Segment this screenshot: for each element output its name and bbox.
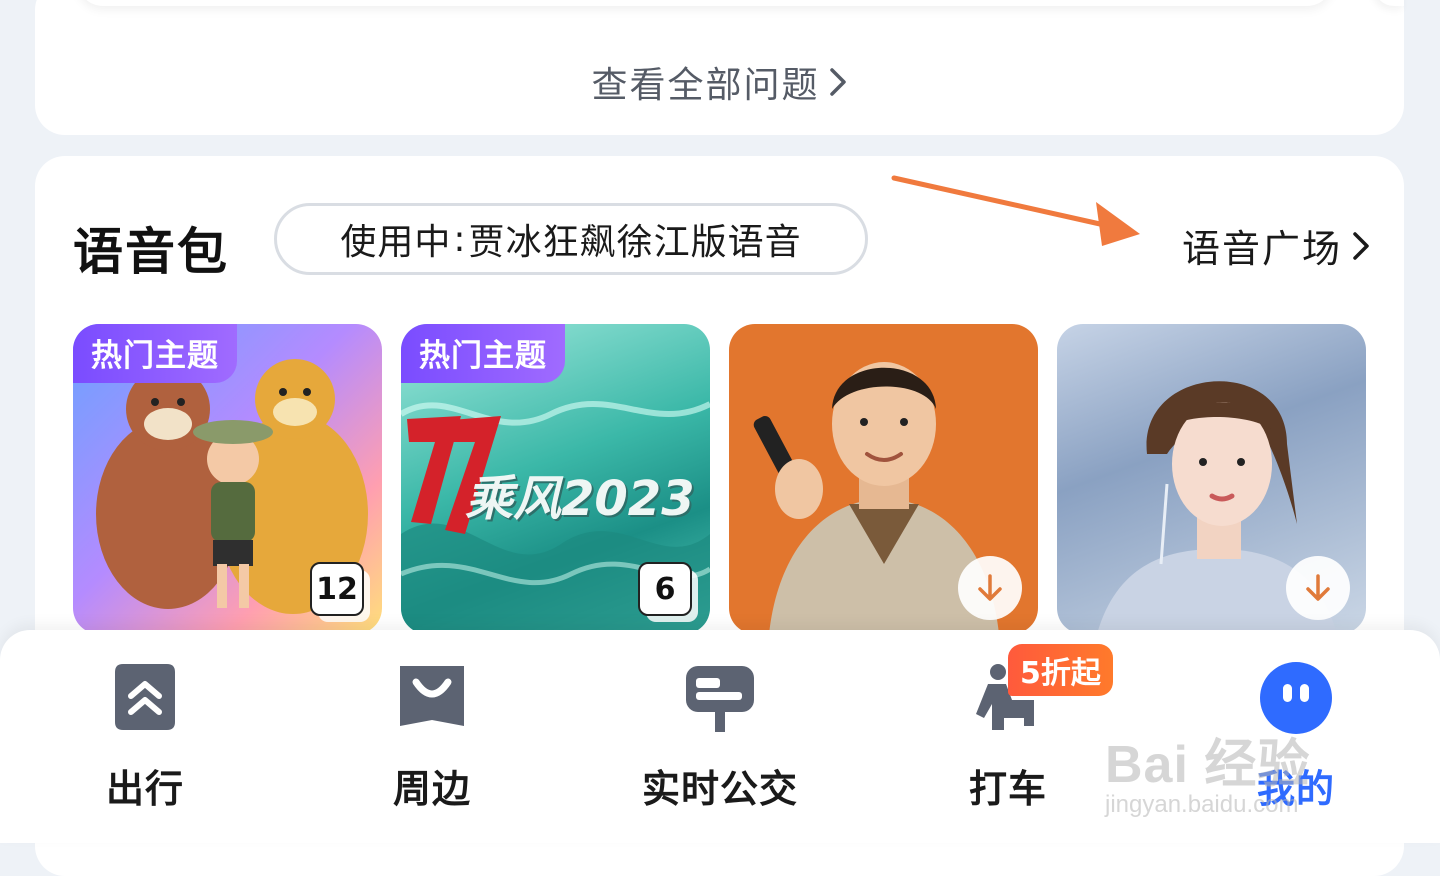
hot-topic-badge: 热门主题 bbox=[73, 324, 237, 383]
hot-topic-badge: 热门主题 bbox=[401, 324, 565, 383]
nav-label: 出行 bbox=[105, 767, 184, 811]
voice-count: 12 bbox=[310, 562, 364, 616]
travel-icon bbox=[115, 664, 175, 730]
adjacent-card-edge bbox=[1374, 0, 1404, 6]
download-arrow-icon bbox=[978, 574, 1002, 601]
nav-item-travel[interactable]: 出行 bbox=[45, 660, 245, 813]
voice-plaza-link[interactable]: 语音广场 bbox=[1182, 218, 1370, 273]
voice-tile-chengfeng[interactable]: 乘风2023 热门主题 6 bbox=[401, 324, 710, 634]
nav-label: 实时公交 bbox=[641, 767, 798, 811]
watermark-url: jingyan.baidu.com bbox=[1105, 791, 1299, 818]
voice-tile-boonie-bears[interactable]: 热门主题 12 bbox=[73, 324, 382, 634]
in-use-prefix: 使用中 bbox=[340, 222, 452, 263]
view-all-questions-link[interactable]: 查看全部问题 bbox=[35, 56, 1404, 108]
bus-stop-icon bbox=[686, 666, 754, 732]
nav-item-realtime-bus[interactable]: 实时公交 bbox=[620, 660, 820, 813]
questions-card: 查看全部问题 bbox=[35, 0, 1404, 135]
download-button[interactable] bbox=[958, 556, 1022, 620]
in-use-separator: : bbox=[453, 218, 467, 260]
download-button[interactable] bbox=[1286, 556, 1350, 620]
watermark-logo-text: Bai 经验 bbox=[1105, 736, 1311, 794]
in-use-voice-name: 贾冰狂飙徐江版语音 bbox=[468, 222, 802, 263]
nav-item-nearby[interactable]: 周边 bbox=[332, 660, 532, 813]
voice-pack-title: 语音包 bbox=[73, 223, 229, 281]
question-list-bottom bbox=[77, 0, 1333, 6]
nearby-bag-icon bbox=[400, 666, 464, 726]
voice-count-badge: 12 bbox=[310, 562, 370, 622]
voice-plaza-label: 语音广场 bbox=[1181, 227, 1342, 271]
baidu-jingyan-watermark: Bai 经验 jingyan.baidu.com bbox=[1105, 722, 1310, 819]
download-arrow-icon bbox=[1306, 574, 1330, 601]
nav-label: 周边 bbox=[392, 767, 471, 811]
voice-count: 6 bbox=[638, 562, 692, 616]
chevron-right-icon bbox=[829, 68, 846, 96]
taxi-promo-badge: 5折起 bbox=[1008, 644, 1113, 696]
nav-label: 打车 bbox=[968, 767, 1047, 811]
chengfeng-logo-text: 乘风2023 bbox=[465, 471, 695, 527]
voice-tile-celebrity-male[interactable] bbox=[729, 324, 1038, 634]
annotation-arrow-icon bbox=[891, 175, 1140, 246]
chevron-right-icon bbox=[1353, 231, 1369, 260]
view-all-questions-label: 查看全部问题 bbox=[591, 65, 820, 106]
voice-tile-celebrity-female[interactable] bbox=[1057, 324, 1366, 634]
voice-in-use-pill[interactable]: 使用中 : 贾冰狂飙徐江版语音 bbox=[274, 203, 868, 275]
voice-count-badge: 6 bbox=[638, 562, 698, 622]
